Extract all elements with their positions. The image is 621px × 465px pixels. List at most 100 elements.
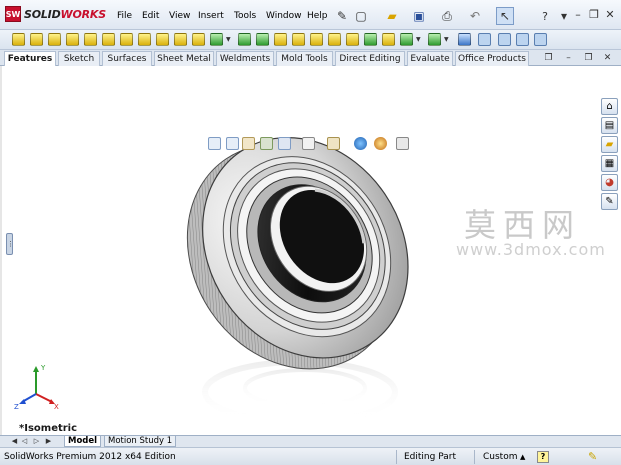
pin-icon[interactable]: ✎ [335, 7, 349, 25]
zoom-to-fit-icon[interactable] [208, 137, 221, 150]
menu-bar: SW SOLIDWORKS File Edit View Insert Tool… [0, 0, 621, 30]
last-tab-arrow-icon[interactable]: ▶ [44, 436, 53, 447]
edition-text: SolidWorks Premium 2012 x64 Edition [4, 452, 176, 462]
options-icon[interactable]: ▾ [557, 7, 571, 25]
menu-tools[interactable]: Tools [234, 11, 256, 21]
appearances-icon[interactable]: ◕ [601, 174, 618, 191]
previous-view-icon[interactable] [242, 137, 255, 150]
scale-icon[interactable] [428, 33, 441, 46]
lofted-boss-icon[interactable] [66, 33, 79, 46]
doc-restore2-icon[interactable]: ❐ [583, 53, 594, 64]
tab-weldments[interactable]: Weldments [216, 51, 274, 66]
pattern-dropdown-icon[interactable]: ▼ [226, 36, 231, 43]
save-icon[interactable]: ▣ [410, 7, 428, 25]
swept-cut-icon[interactable] [138, 33, 151, 46]
revolved-boss-icon[interactable] [30, 33, 43, 46]
restore-icon[interactable]: ❐ [587, 8, 601, 22]
menu-edit[interactable]: Edit [142, 11, 159, 21]
status-divider [474, 450, 475, 464]
new-document-icon[interactable]: ▢ [352, 7, 370, 25]
mirror-icon[interactable] [328, 33, 341, 46]
next-tab-arrow-icon[interactable]: ▷ [32, 436, 41, 447]
feature-manager-toggle[interactable]: ⋮ [6, 233, 14, 255]
zoom-area-icon[interactable] [226, 137, 239, 150]
solidworks-resources-icon[interactable]: ⌂ [601, 98, 618, 115]
menu-window[interactable]: Window [266, 11, 302, 21]
swept-boss-icon[interactable] [48, 33, 61, 46]
edit-appearance-icon[interactable] [354, 137, 367, 150]
intersect-icon[interactable] [498, 33, 511, 46]
rebuild-status-icon[interactable]: ✎ [588, 450, 597, 463]
custom-properties-icon[interactable]: ✎ [601, 193, 618, 210]
editing-mode-text: Editing Part [404, 452, 456, 462]
rib-icon[interactable] [238, 33, 251, 46]
linear-pattern-icon[interactable] [210, 33, 223, 46]
split-icon[interactable] [534, 33, 547, 46]
wrap-icon[interactable] [292, 33, 305, 46]
watermark-url: www.3dmox.com [456, 240, 606, 259]
close-icon[interactable]: ✕ [603, 8, 617, 22]
undo-icon[interactable]: ↶ [466, 7, 484, 25]
curves-icon[interactable] [382, 33, 395, 46]
solidworks-window: SW SOLIDWORKS File Edit View Insert Tool… [0, 0, 621, 465]
dome-icon[interactable] [310, 33, 323, 46]
menu-insert[interactable]: Insert [198, 11, 224, 21]
tab-direct-editing[interactable]: Direct Editing [335, 51, 405, 66]
logo-prefix: SOLID [24, 7, 61, 21]
hole-wizard-icon[interactable] [346, 33, 359, 46]
view-settings-icon[interactable] [396, 137, 409, 150]
select-arrow-icon[interactable]: ↖ [496, 7, 514, 25]
shell-icon[interactable] [274, 33, 287, 46]
scale-dropdown-icon[interactable]: ▼ [444, 36, 449, 43]
menu-help[interactable]: Help [307, 11, 328, 21]
freeform-icon[interactable] [458, 33, 471, 46]
menu-view[interactable]: View [169, 11, 190, 21]
combine-icon[interactable] [516, 33, 529, 46]
solidworks-logo[interactable]: SW SOLIDWORKS [5, 6, 106, 22]
units-dropdown-icon[interactable]: ▲ [520, 453, 525, 461]
quick-tips-help-icon[interactable]: ? [537, 451, 549, 463]
instant3d-icon[interactable] [400, 33, 413, 46]
help-icon[interactable]: ? [538, 7, 552, 25]
view-palette-icon[interactable]: ▦ [601, 155, 618, 172]
reference-geometry-icon[interactable] [364, 33, 377, 46]
doc-restore-icon[interactable]: ❐ [543, 53, 554, 64]
open-folder-icon[interactable]: ▰ [383, 7, 401, 25]
doc-close-icon[interactable]: ✕ [602, 53, 613, 64]
tab-motion-study-1[interactable]: Motion Study 1 [104, 436, 177, 447]
menu-file[interactable]: File [117, 11, 132, 21]
tab-office-products[interactable]: Office Products [455, 51, 529, 66]
tab-sheet-metal[interactable]: Sheet Metal [154, 51, 214, 66]
lofted-cut-icon[interactable] [156, 33, 169, 46]
print-icon[interactable]: ⎙ [438, 7, 456, 25]
first-tab-arrow-icon[interactable]: ◀ [10, 436, 19, 447]
view-orientation-icon[interactable] [278, 137, 291, 150]
extruded-cut-icon[interactable] [102, 33, 115, 46]
display-style-icon[interactable] [302, 137, 315, 150]
units-selector[interactable]: Custom [483, 452, 517, 462]
file-explorer-icon[interactable]: ▰ [601, 136, 618, 153]
curves-dropdown-icon[interactable]: ▼ [416, 36, 421, 43]
tab-sketch[interactable]: Sketch [58, 51, 100, 66]
task-pane: ⌂ ▤ ▰ ▦ ◕ ✎ [601, 98, 621, 212]
apply-scene-icon[interactable] [374, 137, 387, 150]
rapid-sketch-icon[interactable] [478, 33, 491, 46]
graphics-area[interactable]: ⌂ ▤ ▰ ▦ ◕ ✎ ⋮ 莫西网 www.3dmox.com Y X Z *I… [0, 66, 621, 435]
extruded-boss-icon[interactable] [12, 33, 25, 46]
design-library-icon[interactable]: ▤ [601, 117, 618, 134]
boundary-boss-icon[interactable] [84, 33, 97, 46]
revolved-cut-icon[interactable] [120, 33, 133, 46]
minimize-icon[interactable]: – [571, 8, 585, 22]
hide-show-items-icon[interactable] [327, 137, 340, 150]
tab-surfaces[interactable]: Surfaces [102, 51, 152, 66]
draft-icon[interactable] [256, 33, 269, 46]
tab-model[interactable]: Model [64, 436, 102, 447]
doc-minimize-icon[interactable]: – [563, 53, 574, 64]
fillet-icon[interactable] [192, 33, 205, 46]
tab-mold-tools[interactable]: Mold Tools [276, 51, 333, 66]
tab-evaluate[interactable]: Evaluate [407, 51, 453, 66]
prev-tab-arrow-icon[interactable]: ◁ [20, 436, 29, 447]
section-view-icon[interactable] [260, 137, 273, 150]
tab-features[interactable]: Features [4, 51, 56, 67]
boundary-cut-icon[interactable] [174, 33, 187, 46]
